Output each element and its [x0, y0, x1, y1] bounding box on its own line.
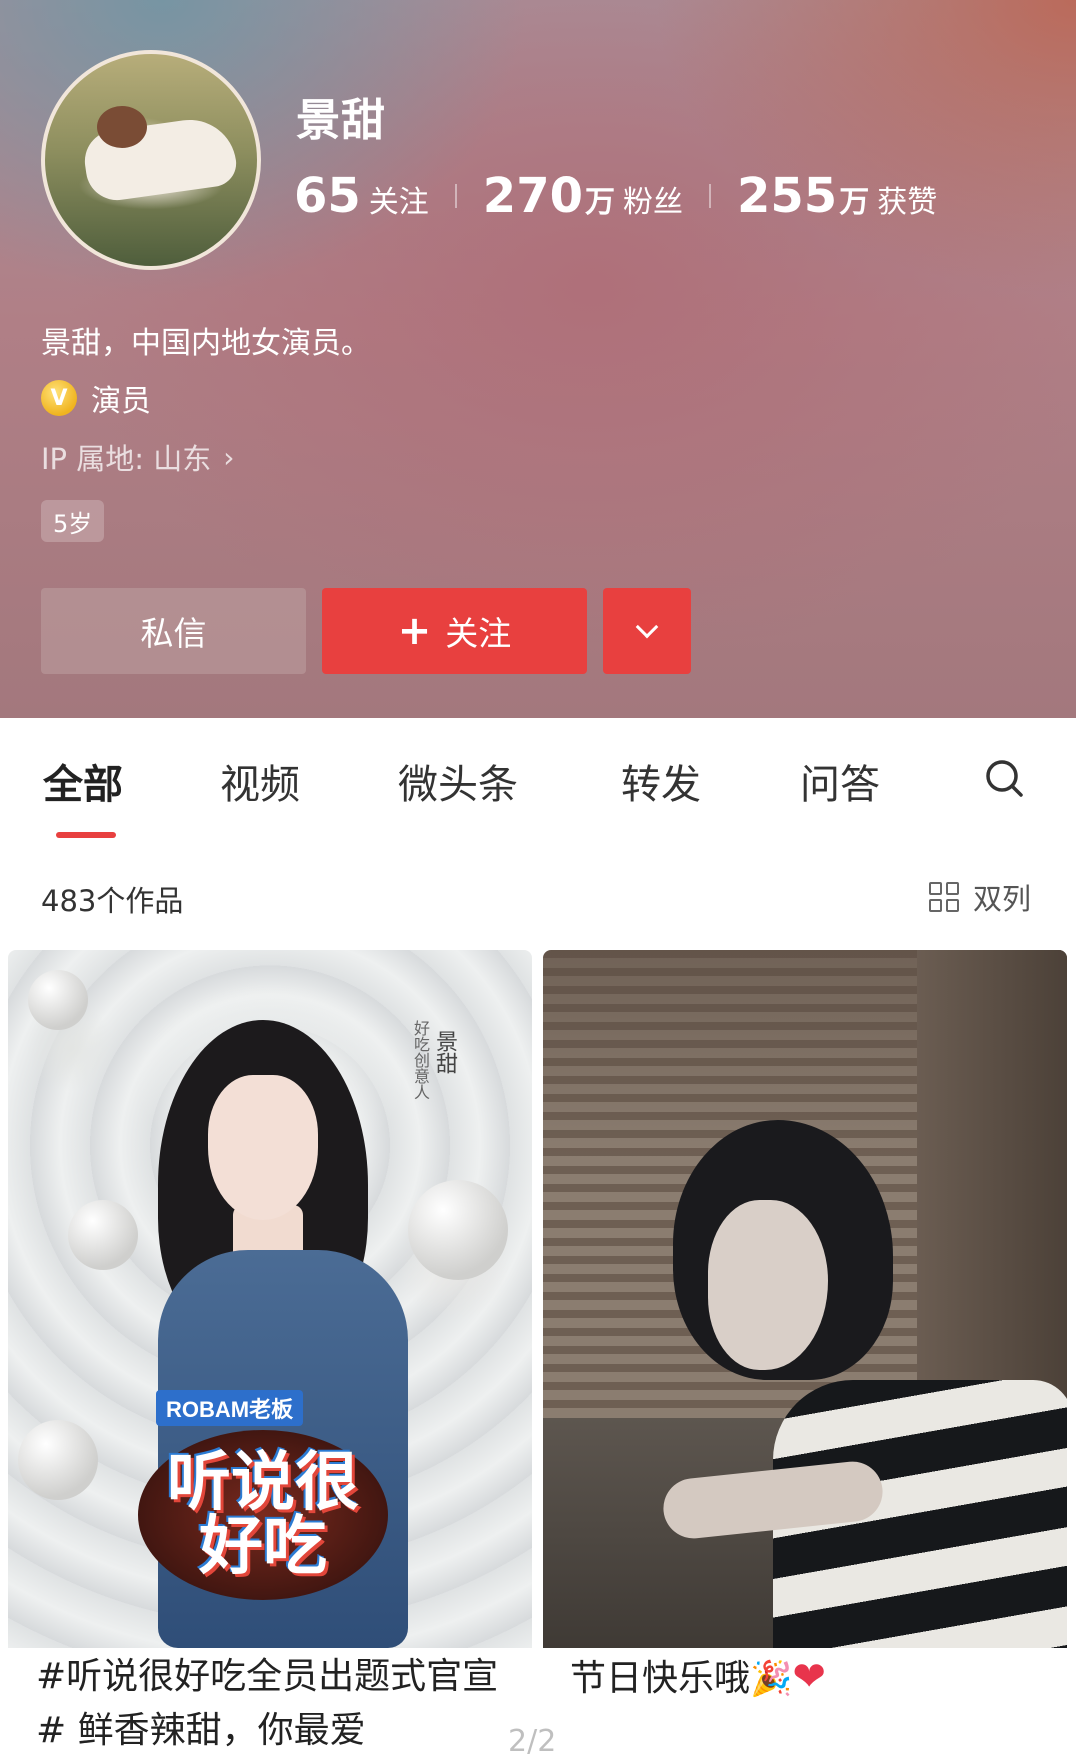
heart-icon: ❤	[792, 1654, 826, 1700]
verification-label: 演员	[91, 384, 151, 419]
work-card-caption[interactable]: #听说很好吃全员出题式官宣# 鲜香辣甜，你最爱	[36, 1650, 516, 1755]
stat-likes-unit: 万	[839, 185, 870, 220]
more-options-button[interactable]	[603, 588, 691, 674]
layout-toggle[interactable]: 双列	[928, 876, 1031, 918]
party-popper-icon: 🎉	[750, 1659, 793, 1699]
message-button[interactable]: 私信	[41, 588, 306, 674]
profile-stats: 65 关注 270 万 粉丝 255 万 获赞	[294, 168, 937, 224]
plus-icon: +	[397, 608, 432, 654]
dumpling-decoration	[68, 1200, 138, 1270]
avatar[interactable]	[41, 50, 261, 270]
dumpling-decoration	[28, 970, 88, 1030]
work-card-thumbnail[interactable]: 好吃创意人 景甜 ROBAM老板 听说很好吃	[8, 950, 532, 1648]
stat-followers[interactable]: 270 万 粉丝	[483, 168, 683, 224]
follow-button[interactable]: + 关注	[322, 588, 587, 674]
profile-name: 景甜	[296, 95, 386, 146]
follow-button-label: 关注	[445, 614, 512, 653]
chevron-down-icon	[635, 615, 659, 639]
stat-divider	[709, 184, 711, 208]
ip-location[interactable]: IP 属地: 山东 ›	[41, 436, 234, 478]
tab-all[interactable]: 全部	[43, 752, 123, 810]
grid-layout-icon	[928, 882, 959, 912]
figure-face	[208, 1075, 318, 1220]
verified-badge-icon: V	[41, 380, 77, 416]
stat-divider	[454, 184, 457, 208]
content-tabs: 全部 视频 微头条 转发 问答	[0, 718, 1076, 842]
work-card-caption-text: 节日快乐哦	[570, 1658, 751, 1699]
active-tab-indicator	[56, 832, 116, 838]
stat-likes-value: 255	[737, 168, 838, 224]
verification: V 演员	[41, 376, 151, 420]
stat-following-value: 65	[294, 168, 361, 224]
layout-toggle-label: 双列	[972, 882, 1031, 916]
tab-qa[interactable]: 问答	[800, 752, 880, 810]
dumpling-decoration	[18, 1420, 98, 1500]
page-indicator: 2/2	[508, 1724, 557, 1755]
avatar-hair	[97, 106, 147, 148]
poster-vertical-name: 景甜	[432, 1030, 457, 1074]
tab-video[interactable]: 视频	[220, 752, 300, 810]
dumpling-decoration	[408, 1180, 508, 1280]
age-badge: 5岁	[41, 500, 105, 542]
stat-following[interactable]: 65 关注	[294, 168, 429, 224]
message-button-label: 私信	[140, 614, 207, 653]
tab-micro-headline[interactable]: 微头条	[398, 752, 518, 810]
stat-followers-unit: 万	[585, 185, 615, 220]
stat-followers-value: 270	[482, 168, 583, 224]
brand-logo: ROBAM老板	[156, 1390, 304, 1426]
stat-likes-label: 获赞	[877, 185, 938, 220]
work-card-caption[interactable]: 节日快乐哦🎉❤	[570, 1650, 1030, 1706]
show-logo: 听说很好吃	[138, 1430, 388, 1600]
tab-repost[interactable]: 转发	[621, 752, 701, 810]
search-icon[interactable]	[984, 758, 1024, 798]
stat-following-label: 关注	[368, 185, 429, 220]
ip-location-label: IP 属地: 山东	[41, 442, 212, 476]
chevron-right-icon: ›	[223, 440, 235, 474]
stat-likes[interactable]: 255 万 获赞	[737, 168, 937, 224]
works-count: 483个作品	[41, 884, 184, 918]
works-bar: 483个作品 双列	[0, 842, 1076, 950]
work-card-thumbnail[interactable]	[543, 950, 1067, 1648]
stat-followers-label: 粉丝	[623, 185, 683, 220]
profile-header: 景甜 65 关注 270 万 粉丝 255 万 获赞 景甜，中国内地女演员。 V…	[0, 0, 1076, 718]
profile-bio: 景甜，中国内地女演员。	[41, 326, 371, 361]
